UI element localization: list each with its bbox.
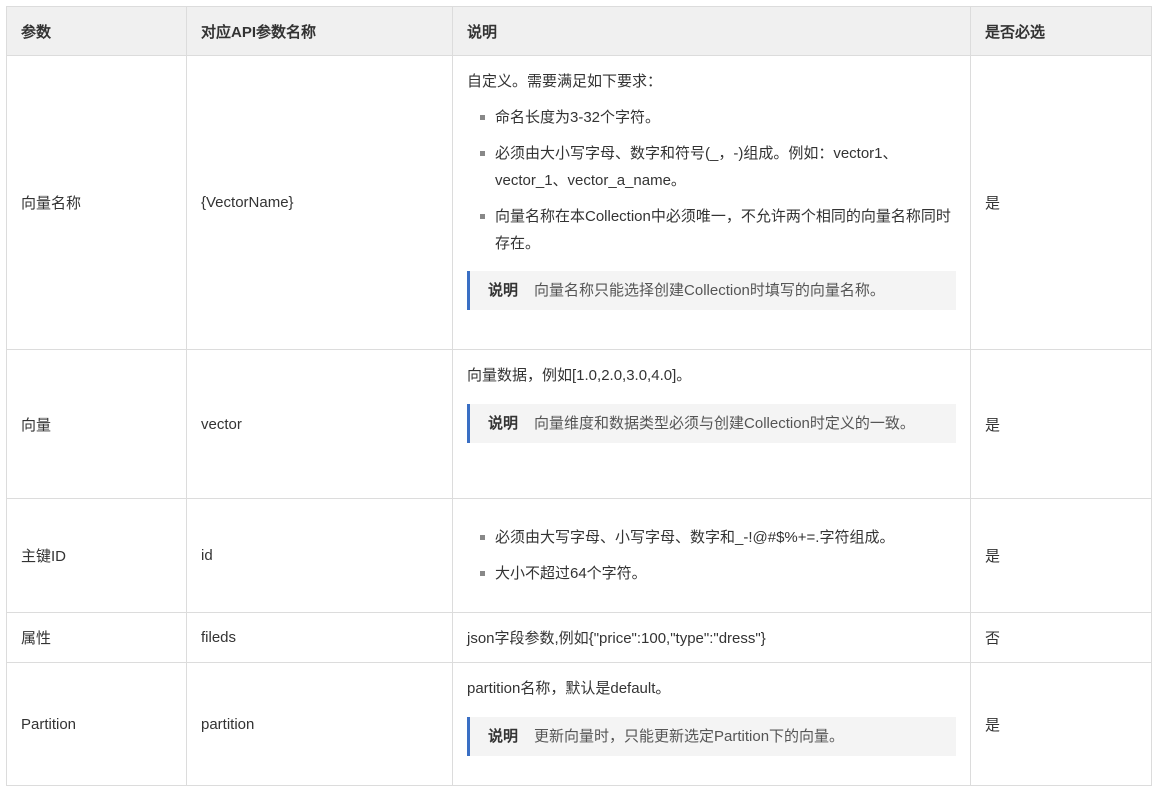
api-name: {VectorName} bbox=[186, 55, 453, 350]
header-required: 是否必选 bbox=[970, 6, 1152, 56]
api-name: partition bbox=[186, 662, 453, 786]
api-name: fileds bbox=[186, 612, 453, 663]
table-row: 向量名称 {VectorName} 自定义。需要满足如下要求： 命名长度为3-3… bbox=[6, 55, 1152, 350]
list-item: 大小不超过64个字符。 bbox=[467, 560, 956, 587]
note-label: 说明 bbox=[488, 282, 519, 299]
required-value: 否 bbox=[970, 612, 1152, 663]
api-name: id bbox=[186, 498, 453, 613]
note-label: 说明 bbox=[488, 728, 519, 745]
description-cell: 向量数据，例如[1.0,2.0,3.0,4.0]。 说明 向量维度和数据类型必须… bbox=[452, 349, 971, 499]
param-name: 向量 bbox=[6, 349, 187, 499]
list-item: 必须由大小写字母、数字和符号(_，-)组成。例如：vector1、vector_… bbox=[467, 140, 956, 194]
note-text: 向量名称只能选择创建Collection时填写的向量名称。 bbox=[534, 282, 885, 299]
required-value: 是 bbox=[970, 349, 1152, 499]
list-item: 向量名称在本Collection中必须唯一，不允许两个相同的向量名称同时存在。 bbox=[467, 203, 956, 257]
note-label: 说明 bbox=[488, 415, 519, 432]
param-name: 向量名称 bbox=[6, 55, 187, 350]
required-value: 是 bbox=[970, 498, 1152, 613]
description-cell: 必须由大写字母、小写字母、数字和_-!@#$%+=.字符组成。 大小不超过64个… bbox=[452, 498, 971, 613]
required-value: 是 bbox=[970, 55, 1152, 350]
description-text: partition名称，默认是default。 bbox=[467, 680, 671, 697]
rule-list: 必须由大写字母、小写字母、数字和_-!@#$%+=.字符组成。 大小不超过64个… bbox=[467, 524, 956, 587]
required-value: 是 bbox=[970, 662, 1152, 786]
description-text: 向量数据，例如[1.0,2.0,3.0,4.0]。 bbox=[467, 367, 692, 384]
note-box: 说明 向量名称只能选择创建Collection时填写的向量名称。 bbox=[467, 271, 956, 310]
list-item: 命名长度为3-32个字符。 bbox=[467, 104, 956, 131]
param-table: 参数 对应API参数名称 说明 是否必选 向量名称 {VectorName} 自… bbox=[6, 6, 1152, 786]
note-box: 说明 更新向量时，只能更新选定Partition下的向量。 bbox=[467, 717, 956, 756]
table-row: 属性 fileds json字段参数,例如{"price":100,"type"… bbox=[6, 612, 1152, 663]
list-item: 必须由大写字母、小写字母、数字和_-!@#$%+=.字符组成。 bbox=[467, 524, 956, 551]
description-cell: 自定义。需要满足如下要求： 命名长度为3-32个字符。 必须由大小写字母、数字和… bbox=[452, 55, 971, 350]
table-row: Partition partition partition名称，默认是defau… bbox=[6, 662, 1152, 786]
rule-list: 命名长度为3-32个字符。 必须由大小写字母、数字和符号(_，-)组成。例如：v… bbox=[467, 104, 956, 257]
param-name: 主键ID bbox=[6, 498, 187, 613]
note-box: 说明 向量维度和数据类型必须与创建Collection时定义的一致。 bbox=[467, 404, 956, 443]
param-table-wrapper: 参数 对应API参数名称 说明 是否必选 向量名称 {VectorName} 自… bbox=[6, 6, 1152, 786]
table-header-row: 参数 对应API参数名称 说明 是否必选 bbox=[6, 6, 1152, 56]
param-name: Partition bbox=[6, 662, 187, 786]
table-row: 主键ID id 必须由大写字母、小写字母、数字和_-!@#$%+=.字符组成。 … bbox=[6, 498, 1152, 613]
note-text: 更新向量时，只能更新选定Partition下的向量。 bbox=[534, 728, 845, 745]
header-param: 参数 bbox=[6, 6, 187, 56]
header-description: 说明 bbox=[452, 6, 971, 56]
api-name: vector bbox=[186, 349, 453, 499]
note-text: 向量维度和数据类型必须与创建Collection时定义的一致。 bbox=[534, 415, 915, 432]
header-api-param: 对应API参数名称 bbox=[186, 6, 453, 56]
param-name: 属性 bbox=[6, 612, 187, 663]
table-row: 向量 vector 向量数据，例如[1.0,2.0,3.0,4.0]。 说明 向… bbox=[6, 349, 1152, 499]
description-text: 自定义。需要满足如下要求： bbox=[467, 73, 663, 90]
description-cell: partition名称，默认是default。 说明 更新向量时，只能更新选定P… bbox=[452, 662, 971, 786]
description-text: json字段参数,例如{"price":100,"type":"dress"} bbox=[452, 612, 971, 663]
